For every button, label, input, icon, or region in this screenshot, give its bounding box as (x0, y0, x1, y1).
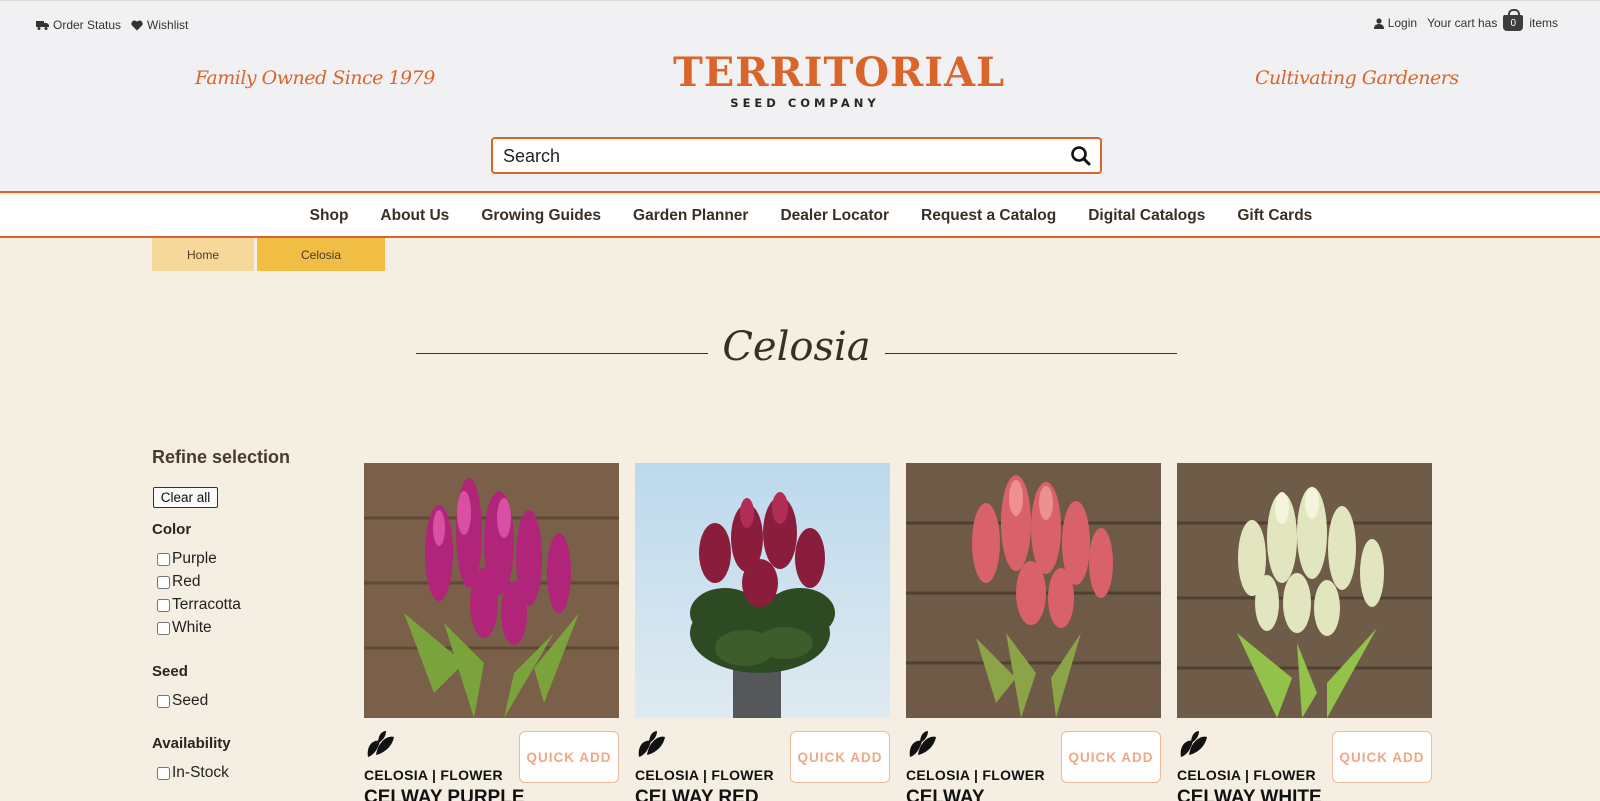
filter-option-white[interactable]: White (157, 619, 212, 637)
cart-bag-icon: 0 (1503, 9, 1524, 31)
filter-checkbox[interactable] (157, 598, 170, 612)
filter-option-red[interactable]: Red (157, 573, 200, 591)
nav-about-us[interactable]: About Us (380, 207, 449, 225)
product-image[interactable] (906, 463, 1161, 718)
filter-option-in-stock[interactable]: In-Stock (157, 764, 229, 782)
order-status-label: Order Status (53, 18, 122, 32)
quick-add-button[interactable]: QUICK ADD (1061, 731, 1161, 783)
quick-add-button[interactable]: QUICK ADD (1332, 731, 1432, 783)
tagline-left: Family Owned Since 1979 (195, 67, 435, 89)
page-title: Celosia (708, 324, 885, 370)
wishlist-link[interactable]: Wishlist (131, 18, 188, 32)
cart-summary[interactable]: Your cart has 0 items (1427, 9, 1558, 31)
nav-gift-cards[interactable]: Gift Cards (1237, 207, 1312, 225)
product-category: CELOSIA | FLOWER (906, 767, 1045, 783)
truck-icon (36, 21, 49, 30)
product-name[interactable]: CELWAY RED (635, 787, 759, 801)
clear-all-button[interactable]: Clear all (153, 487, 218, 508)
quick-add-button[interactable]: QUICK ADD (790, 731, 890, 783)
search-icon[interactable] (1068, 143, 1094, 169)
filter-option-purple[interactable]: Purple (157, 550, 217, 568)
search-box (491, 137, 1102, 174)
product-image[interactable] (364, 463, 619, 718)
product-category: CELOSIA | FLOWER (364, 767, 503, 783)
filter-checkbox[interactable] (157, 621, 170, 635)
utility-links-left: Order Status Wishlist (36, 18, 188, 32)
filter-label: White (172, 619, 212, 636)
nav-request-catalog[interactable]: Request a Catalog (921, 207, 1056, 225)
login-label: Login (1387, 16, 1418, 30)
nav-shop[interactable]: Shop (310, 207, 349, 225)
product-name[interactable]: CELWAY PURPLE (364, 787, 525, 801)
wishlist-label: Wishlist (147, 18, 189, 32)
filter-label: Purple (172, 550, 217, 567)
main-nav: Shop About Us Growing Guides Garden Plan… (0, 195, 1600, 238)
tagline-right: Cultivating Gardeners (1255, 67, 1459, 89)
filter-label: Red (172, 573, 201, 590)
refine-title: Refine selection (152, 447, 291, 467)
seed-leaf-icon (1180, 731, 1207, 757)
user-icon (1373, 17, 1384, 29)
cart-prefix: Your cart has (1427, 16, 1498, 30)
filter-label: In-Stock (172, 764, 229, 781)
cart-count: 0 (1510, 17, 1517, 29)
site-header: Order Status Wishlist Login Your cart ha… (0, 0, 1600, 193)
logo-wordmark: TERRITORIAL (673, 49, 1006, 96)
filter-checkbox[interactable] (157, 552, 170, 566)
breadcrumb: Home Celosia (152, 238, 385, 271)
product-card: QUICK ADD CELOSIA | FLOWER CELWAY RED (635, 463, 890, 801)
breadcrumb-home[interactable]: Home (152, 238, 254, 271)
product-card: QUICK ADD CELOSIA | FLOWER CELWAY WHITE (1177, 463, 1432, 801)
utility-links-right: Login Your cart has 0 items (1373, 9, 1558, 31)
product-image[interactable] (635, 463, 890, 718)
logo-subtitle: SEED COMPANY (730, 96, 880, 110)
filter-option-terracotta[interactable]: Terracotta (157, 596, 241, 614)
product-name[interactable]: CELWAY (906, 787, 985, 801)
seed-leaf-icon (638, 731, 665, 757)
filter-checkbox[interactable] (157, 766, 170, 780)
nav-garden-planner[interactable]: Garden Planner (633, 207, 748, 225)
seed-leaf-icon (909, 731, 936, 757)
search-input[interactable] (503, 143, 1053, 169)
product-card: QUICK ADD CELOSIA | FLOWER CELWAY PURPLE (364, 463, 619, 801)
page-title-block: Celosia (416, 318, 1177, 390)
login-link[interactable]: Login (1373, 16, 1418, 30)
order-status-link[interactable]: Order Status (36, 18, 121, 32)
filter-checkbox[interactable] (157, 694, 170, 708)
facet-title-color: Color (152, 521, 192, 538)
breadcrumb-current[interactable]: Celosia (257, 238, 385, 271)
filter-checkbox[interactable] (157, 575, 170, 589)
filter-option-seed[interactable]: Seed (157, 692, 208, 710)
cart-suffix: items (1529, 16, 1558, 30)
heart-icon (131, 20, 143, 30)
quick-add-button[interactable]: QUICK ADD (519, 731, 619, 783)
seed-leaf-icon (367, 731, 394, 757)
product-category: CELOSIA | FLOWER (1177, 767, 1316, 783)
page-title-row: Celosia (416, 324, 1177, 370)
product-image[interactable] (1177, 463, 1432, 718)
product-category: CELOSIA | FLOWER (635, 767, 774, 783)
nav-digital-catalogs[interactable]: Digital Catalogs (1088, 207, 1205, 225)
product-card: QUICK ADD CELOSIA | FLOWER CELWAY (906, 463, 1161, 801)
nav-dealer-locator[interactable]: Dealer Locator (780, 207, 889, 225)
facet-title-seed: Seed (152, 663, 188, 680)
site-logo[interactable]: TERRITORIAL SEED COMPANY (673, 49, 1006, 111)
nav-growing-guides[interactable]: Growing Guides (481, 207, 601, 225)
filter-label: Terracotta (172, 596, 241, 613)
facet-title-availability: Availability (152, 735, 231, 752)
product-name[interactable]: CELWAY WHITE (1177, 787, 1322, 801)
filter-label: Seed (172, 692, 209, 709)
